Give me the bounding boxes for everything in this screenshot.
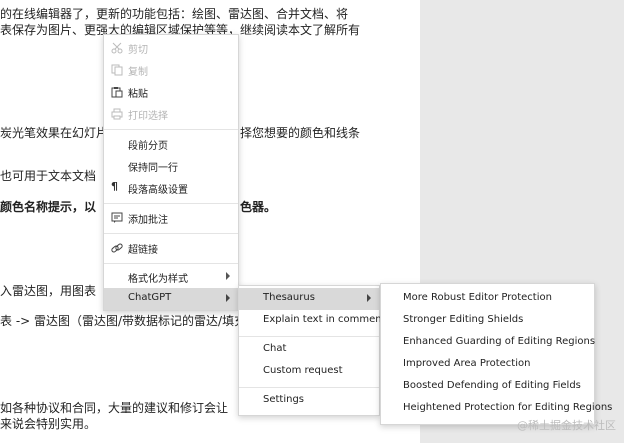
menu-item-page-break-before[interactable]: 段前分页: [104, 133, 238, 155]
scissors-icon: [111, 42, 123, 54]
thesaurus-option[interactable]: Stronger Editing Shields: [381, 310, 594, 332]
menu-item-label: Improved Area Protection: [403, 358, 531, 369]
print-icon: [111, 108, 123, 120]
menu-separator: [104, 233, 238, 234]
menu-item-paragraph-advanced-settings[interactable]: ¶ 段落高级设置: [104, 177, 238, 199]
chevron-right-icon: [226, 272, 230, 280]
chevron-right-icon: [367, 294, 371, 302]
chevron-right-icon: [226, 294, 230, 302]
doc-text-line: 如各种协议和合同，大量的建议和修订会让: [0, 401, 229, 415]
doc-text-line: 入雷达图，用图表: [0, 284, 97, 298]
doc-text-line: 炭光笔效果在幻灯片: [0, 126, 109, 140]
menu-separator: [239, 387, 379, 388]
copy-icon: [111, 64, 123, 76]
paste-icon: [111, 86, 123, 98]
thesaurus-option[interactable]: Improved Area Protection: [381, 354, 594, 376]
menu-item-label: 段前分页: [128, 141, 168, 152]
menu-item-label: 格式化为样式: [128, 274, 188, 285]
doc-text-line: 也可用于文本文档: [0, 169, 97, 183]
menu-item-label: Enhanced Guarding of Editing Regions: [403, 336, 596, 347]
menu-item-chat[interactable]: Chat: [239, 339, 379, 361]
pilcrow-icon: ¶: [111, 180, 118, 193]
menu-separator: [104, 263, 238, 264]
menu-item-keep-lines-together[interactable]: 保持同一行: [104, 155, 238, 177]
menu-item-cut[interactable]: 剪切: [104, 37, 238, 59]
doc-text-line: 色器。: [240, 200, 277, 214]
menu-item-label: Boosted Defending of Editing Fields: [403, 380, 581, 391]
menu-item-label: 粘贴: [128, 89, 148, 100]
menu-separator: [104, 203, 238, 204]
chatgpt-submenu: Thesaurus Explain text in comment Chat C…: [238, 285, 386, 416]
doc-text-line: 择您想要的颜色和线条: [240, 126, 361, 140]
menu-item-label: Explain text in comment: [263, 314, 386, 325]
menu-item-add-comment[interactable]: 添加批注: [104, 207, 238, 229]
menu-separator: [104, 129, 238, 130]
menu-item-label: Custom request: [263, 365, 343, 376]
menu-item-custom-request[interactable]: Custom request: [239, 361, 379, 383]
doc-text-line: 颜色名称提示，以: [0, 200, 97, 214]
menu-item-label: 剪切: [128, 45, 148, 56]
doc-text-line: 来说会特别实用。: [0, 417, 97, 431]
menu-item-settings[interactable]: Settings: [239, 390, 379, 412]
menu-item-thesaurus[interactable]: Thesaurus: [239, 288, 379, 310]
watermark: @稀土掘金技术社区: [517, 419, 616, 432]
menu-item-hyperlink[interactable]: 超链接: [104, 237, 238, 259]
menu-item-label: ChatGPT: [128, 292, 172, 303]
menu-item-format-as-style[interactable]: 格式化为样式: [104, 266, 238, 288]
menu-item-label: Settings: [263, 394, 305, 405]
menu-item-label: Stronger Editing Shields: [403, 314, 524, 325]
thesaurus-submenu: More Robust Editor Protection Stronger E…: [380, 283, 612, 425]
menu-item-label: 保持同一行: [128, 163, 178, 174]
menu-item-copy[interactable]: 复制: [104, 59, 238, 81]
menu-separator: [239, 336, 379, 337]
menu-item-label: Chat: [263, 343, 287, 354]
menu-item-paste[interactable]: 粘贴: [104, 81, 238, 103]
doc-text-line: 的在线编辑器了，更新的功能包括：绘图、雷达图、合并文档、将: [0, 7, 349, 21]
menu-item-print-selection[interactable]: 打印选择: [104, 103, 238, 125]
menu-item-explain-text[interactable]: Explain text in comment: [239, 310, 386, 332]
context-menu: 剪切 复制 粘贴 打印选择 段前分页 保持同一行 ¶ 段落高级设置 添加批注 超…: [103, 34, 239, 311]
menu-item-label: 打印选择: [128, 111, 168, 122]
thesaurus-option[interactable]: Enhanced Guarding of Editing Regions: [381, 332, 596, 354]
menu-item-label: Thesaurus: [263, 292, 315, 303]
link-icon: [111, 242, 123, 254]
comment-icon: [111, 212, 123, 224]
menu-item-label: 超链接: [128, 245, 158, 256]
doc-text-line: 表 -> 雷达图（雷达图/带数据标记的雷达/填充: [0, 314, 247, 328]
menu-item-label: 添加批注: [128, 215, 168, 226]
menu-item-label: 段落高级设置: [128, 185, 188, 196]
menu-item-chatgpt[interactable]: ChatGPT: [104, 288, 238, 310]
thesaurus-option[interactable]: More Robust Editor Protection: [381, 288, 594, 310]
menu-item-label: Heightened Protection for Editing Region…: [403, 402, 613, 413]
thesaurus-option[interactable]: Boosted Defending of Editing Fields: [381, 376, 594, 398]
menu-item-label: More Robust Editor Protection: [403, 292, 552, 303]
menu-item-label: 复制: [128, 67, 148, 78]
